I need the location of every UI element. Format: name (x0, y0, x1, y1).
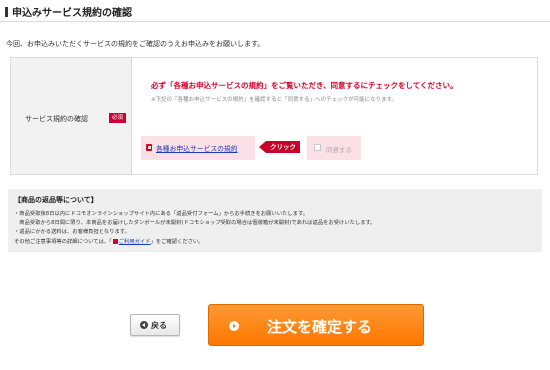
terms-confirmation-table: サービス規約の確認 必須 必ず「各種お申込サービスの規約」をご覧いただき、同意す… (10, 57, 538, 175)
back-button[interactable]: 戻る (130, 314, 180, 336)
terms-label: サービス規約の確認 (25, 115, 88, 123)
returns-line-1: ・商品受取後8日以内にドコモオンラインショップサイト内にある「返品受付フォーム」… (14, 211, 309, 217)
header-bar-marker (5, 7, 8, 17)
back-button-label: 戻る (151, 321, 167, 330)
section-header: 申込みサービス規約の確認 (0, 0, 550, 22)
agree-label: 同意する (326, 146, 352, 154)
terms-warning-text: 必ず「各種お申込サービスの規約」をご覧いただき、同意するにチェックをしてください… (151, 81, 458, 90)
terms-label-cell: サービス規約の確認 必須 (11, 58, 132, 174)
returns-line-4-prefix: その他ご注意事項等の詳細については、「 (14, 239, 112, 245)
required-badge: 必須 (109, 113, 126, 123)
returns-title: 【商品の返品等について】 (14, 196, 98, 204)
agree-checkbox[interactable] (314, 144, 321, 151)
terms-note-text: ※下記の「各種お申込サービスの規約」を確認すると「同意する」へのチェックが可能に… (151, 97, 398, 103)
document-icon (146, 144, 152, 151)
agree-checkbox-box[interactable]: 同意する (307, 136, 361, 160)
returns-line-4-suffix: 」をご確認ください。 (150, 239, 204, 245)
terms-link[interactable]: 各種お申込サービスの規約 (156, 143, 238, 153)
returns-line-3: ・返品にかかる送料は、お客様負担となります。 (14, 229, 130, 235)
back-arrow-icon (140, 321, 148, 329)
section-title: 申込みサービス規約の確認 (12, 8, 132, 19)
intro-text: 今回、お申込みいただくサービスの規約をご確認のうえお申込みをお願いします。 (6, 40, 265, 48)
guide-link-icon (112, 239, 118, 244)
confirm-order-label: 注文を確定する (267, 318, 373, 336)
arrow-right-circle-icon (229, 321, 239, 331)
returns-info-box: 【商品の返品等について】 ・商品受取後8日以内にドコモオンラインショップサイト内… (8, 189, 542, 252)
click-badge: クリック (266, 141, 300, 153)
click-arrow-icon (259, 141, 266, 153)
confirm-order-button[interactable]: 注文を確定する (208, 304, 424, 346)
usage-guide-link[interactable]: ご利用ガイド (119, 239, 151, 245)
terms-link-box: 各種お申込サービスの規約 (141, 136, 255, 160)
returns-line-4: その他ご注意事項等の詳細については、「 ご利用ガイド」をご確認ください。 (14, 237, 204, 245)
returns-line-2: 商品受取から8日間に限り、本商品をお届けしたダンボールが未開封(ドコモショップ受… (14, 220, 376, 226)
